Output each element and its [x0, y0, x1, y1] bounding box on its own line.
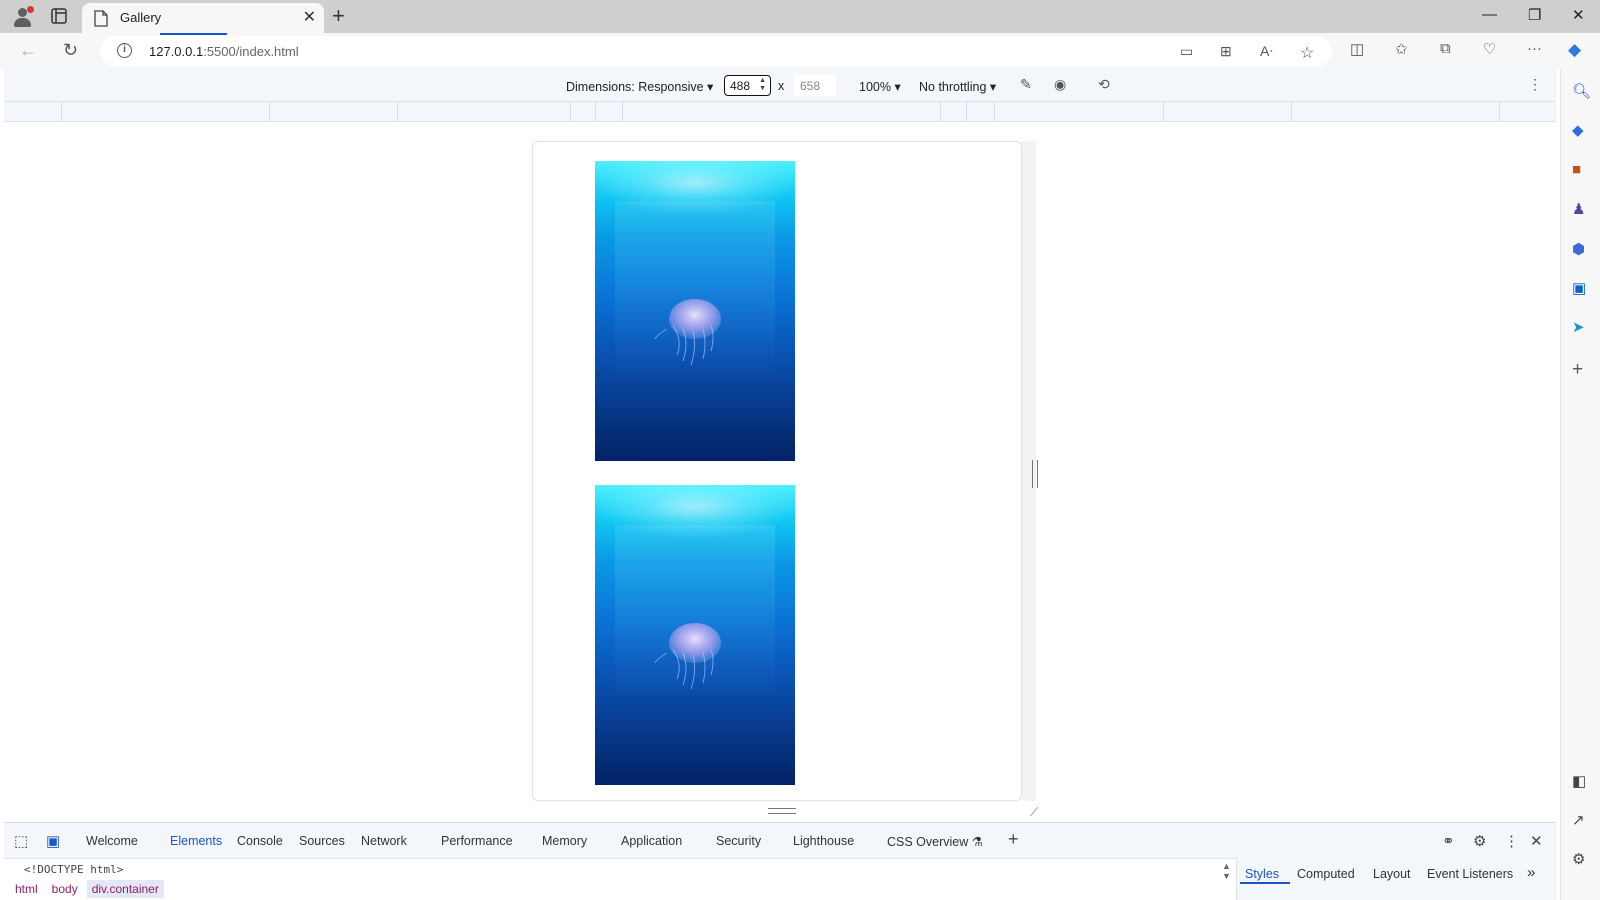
- favorite-star-icon[interactable]: ☆: [1300, 43, 1314, 63]
- toggle-device-icon[interactable]: ▣: [46, 832, 60, 850]
- device-toolbar: Dimensions: Responsive ▾ 488 ▲ ▼ x 658 10…: [4, 69, 1556, 102]
- copilot-icon[interactable]: ◆: [1568, 40, 1581, 60]
- jellyfish-icon: [654, 299, 721, 366]
- tab-event-listeners[interactable]: Event Listeners: [1427, 867, 1513, 881]
- more-tools-plus-icon[interactable]: +: [1008, 829, 1019, 850]
- tab-sources[interactable]: Sources: [299, 834, 345, 848]
- outlook-icon[interactable]: ▣: [1572, 279, 1586, 297]
- more-menu-icon[interactable]: ···: [1527, 40, 1542, 57]
- tab-layout[interactable]: Layout: [1373, 867, 1411, 881]
- navigation-bar: ← ↻ i 127.0.0.1:5500/index.html ▭ ⊞ Aᐧ ☆…: [0, 33, 1600, 69]
- tab-memory[interactable]: Memory: [542, 834, 587, 848]
- profile-icon[interactable]: [10, 5, 34, 29]
- read-aloud-icon[interactable]: Aᐧ: [1260, 43, 1273, 60]
- experiment-flask-icon: ⚗: [971, 835, 983, 849]
- microsoft365-icon[interactable]: ⬢: [1572, 240, 1585, 258]
- tab-lighthouse[interactable]: Lighthouse: [793, 834, 854, 848]
- vision-deficiency-icon[interactable]: ◉: [1054, 76, 1066, 93]
- collections-icon[interactable]: ⧉: [1440, 40, 1451, 57]
- edge-sidebar: 🔍︎ ◆ ■ ♟ ⬢ ▣ ➤ + ◧ ↗ ⚙: [1560, 69, 1600, 900]
- close-devtools-icon[interactable]: ✕: [1530, 832, 1543, 850]
- devtools-more-icon[interactable]: ⋮: [1504, 832, 1519, 850]
- search-icon[interactable]: 🔍︎: [1572, 82, 1591, 100]
- tab-css-overview[interactable]: CSS Overview ⚗: [887, 834, 983, 849]
- zoom-dropdown[interactable]: 100% ▾: [859, 79, 901, 94]
- device-toolbar-more-icon[interactable]: ⋮: [1528, 76, 1542, 93]
- url-text[interactable]: 127.0.0.1:5500/index.html: [149, 44, 299, 59]
- tab-console[interactable]: Console: [237, 834, 283, 848]
- app-available-icon[interactable]: ▭: [1180, 43, 1193, 60]
- minimize-icon[interactable]: —: [1482, 6, 1497, 23]
- split-screen-icon[interactable]: ◫: [1350, 40, 1364, 58]
- resize-handle-bottom[interactable]: [768, 808, 796, 814]
- favorites-icon[interactable]: ✩: [1395, 40, 1408, 58]
- site-info-icon[interactable]: i: [117, 43, 132, 58]
- tab-elements[interactable]: Elements: [170, 834, 222, 848]
- dimensions-dropdown[interactable]: Dimensions: Responsive ▾: [566, 79, 713, 94]
- breadcrumb-div-container[interactable]: div.container: [86, 880, 164, 898]
- address-bar[interactable]: i 127.0.0.1:5500/index.html ▭ ⊞ Aᐧ ☆: [100, 36, 1332, 66]
- panel-splitter-icon[interactable]: ▲ ▼: [1222, 861, 1231, 881]
- tab-welcome[interactable]: Welcome: [86, 834, 138, 848]
- title-bar: Gallery ✕ + — ❐ ✕: [0, 0, 1600, 33]
- performance-icon[interactable]: ♡: [1483, 40, 1496, 58]
- throttling-dropdown[interactable]: No throttling ▾: [919, 79, 996, 94]
- tab-title: Gallery: [120, 10, 162, 25]
- close-tab-icon[interactable]: ✕: [303, 7, 316, 27]
- apps-icon[interactable]: ⊞: [1220, 43, 1232, 60]
- reload-icon[interactable]: ↻: [63, 40, 78, 61]
- tab-gallery[interactable]: Gallery ✕: [82, 3, 324, 33]
- breadcrumb-body[interactable]: body: [47, 880, 83, 898]
- devtools-tab-bar: ⬚ ▣ Welcome Elements Console Sources Net…: [4, 822, 1556, 858]
- tools-briefcase-icon[interactable]: ■: [1572, 161, 1581, 178]
- tab-computed[interactable]: Computed: [1297, 867, 1355, 881]
- tab-network[interactable]: Network: [361, 834, 407, 848]
- inspect-element-icon[interactable]: ⬚: [14, 832, 28, 850]
- dom-doctype[interactable]: <!DOCTYPE html>: [24, 863, 123, 876]
- styles-pane-tabs: Styles Computed Layout Event Listeners »: [1236, 858, 1556, 900]
- tab-security[interactable]: Security: [716, 834, 761, 848]
- hide-sidebar-icon[interactable]: ◧: [1572, 772, 1586, 790]
- gallery-image: [595, 485, 795, 785]
- more-tabs-chevron-icon[interactable]: »: [1527, 864, 1535, 881]
- page-icon: [94, 10, 108, 27]
- resize-handle-corner[interactable]: ⟋: [1030, 805, 1038, 820]
- dimension-separator: x: [778, 79, 785, 93]
- rotate-icon[interactable]: ⟲: [1098, 76, 1110, 93]
- jellyfish-icon: [654, 623, 721, 690]
- gallery-image: [595, 161, 795, 461]
- sidebar-settings-icon[interactable]: ⚙: [1572, 850, 1585, 868]
- new-tab-button[interactable]: +: [332, 3, 345, 29]
- breadcrumb-html[interactable]: html: [10, 880, 43, 898]
- sensors-icon[interactable]: ✎: [1020, 76, 1032, 93]
- breadcrumb: html body div.container: [10, 880, 168, 898]
- back-icon[interactable]: ←: [19, 40, 37, 61]
- tab-performance[interactable]: Performance: [441, 834, 513, 848]
- drop-send-icon[interactable]: ➤: [1572, 318, 1585, 336]
- settings-gear-icon[interactable]: ⚙: [1473, 832, 1486, 850]
- tab-styles[interactable]: Styles: [1245, 867, 1279, 881]
- resize-handle-right[interactable]: [1032, 460, 1038, 488]
- games-icon[interactable]: ♟: [1572, 200, 1585, 218]
- external-link-icon[interactable]: ↗: [1572, 811, 1585, 829]
- active-side-tab-indicator: [1240, 882, 1290, 884]
- tab-application[interactable]: Application: [621, 834, 682, 848]
- width-input[interactable]: 488 ▲ ▼: [724, 75, 771, 96]
- close-window-icon[interactable]: ✕: [1572, 6, 1585, 24]
- tab-actions-icon[interactable]: [50, 7, 68, 25]
- shopping-tag-icon[interactable]: ◆: [1572, 121, 1584, 139]
- restore-icon[interactable]: ❐: [1528, 6, 1541, 24]
- add-sidebar-app-icon[interactable]: +: [1572, 359, 1583, 381]
- media-query-ruler[interactable]: [4, 102, 1556, 122]
- height-input[interactable]: 658: [794, 75, 836, 96]
- active-tab-indicator: [160, 33, 227, 35]
- remote-devices-icon[interactable]: ⚭: [1442, 832, 1455, 850]
